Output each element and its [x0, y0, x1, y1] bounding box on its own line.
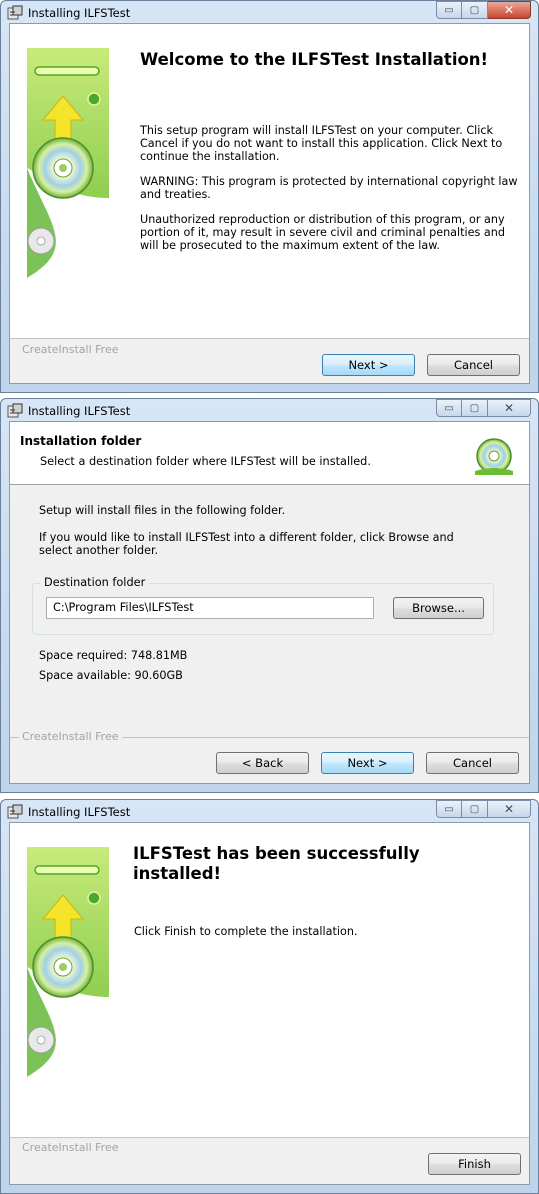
- maximize-icon[interactable]: ▢: [462, 800, 488, 818]
- cancel-button[interactable]: Cancel: [426, 752, 519, 774]
- close-icon[interactable]: ✕: [488, 399, 531, 417]
- folder-intro: Setup will install files in the followin…: [39, 504, 286, 517]
- divider: [10, 1137, 529, 1138]
- page-title: Installation folder: [20, 434, 142, 448]
- page-title: ILFSTest has been successfully installed…: [133, 844, 420, 883]
- space-available: Space available: 90.60GB: [39, 669, 183, 682]
- brand-label: CreateInstall Free: [19, 343, 122, 356]
- welcome-text: This setup program will install ILFSTest…: [140, 124, 524, 264]
- folder-window: Installing ILFSTest ▭ ▢ ✕ Installation f…: [0, 398, 539, 793]
- welcome-window: Installing ILFSTest ▭ ▢ ✕ Welcome to the…: [0, 0, 539, 393]
- minimize-icon[interactable]: ▭: [436, 800, 462, 818]
- title-bar[interactable]: Installing ILFSTest ▭ ▢ ✕: [1, 399, 538, 421]
- installer-app-icon: [7, 5, 23, 21]
- installer-app-icon: [7, 804, 23, 820]
- close-icon[interactable]: ✕: [488, 1, 531, 19]
- brand-label: CreateInstall Free: [19, 1141, 122, 1154]
- maximize-icon[interactable]: ▢: [462, 1, 488, 19]
- dialog-client: Installation folder Select a destination…: [9, 421, 530, 784]
- install-arrow-icon: [27, 847, 109, 1091]
- intro-paragraph: This setup program will install ILFSTest…: [140, 124, 503, 163]
- dialog-client: Welcome to the ILFSTest Installation! Th…: [9, 23, 530, 384]
- minimize-icon[interactable]: ▭: [436, 399, 462, 417]
- cancel-button[interactable]: Cancel: [427, 354, 520, 376]
- header-panel: Installation folder Select a destination…: [10, 422, 529, 485]
- finish-panel: ILFSTest has been successfully installed…: [10, 823, 529, 1137]
- window-title: Installing ILFSTest: [28, 805, 131, 819]
- finish-button[interactable]: Finish: [428, 1153, 521, 1175]
- page-subtitle: Select a destination folder where ILFSTe…: [40, 455, 371, 468]
- close-icon[interactable]: ✕: [488, 800, 531, 818]
- installer-app-icon: [7, 403, 23, 419]
- cd-disc-icon: [475, 438, 513, 475]
- title-bar[interactable]: Installing ILFSTest ▭ ▢ ✕: [1, 1, 538, 23]
- space-required: Space required: 748.81MB: [39, 649, 188, 662]
- dialog-client: ILFSTest has been successfully installed…: [9, 822, 530, 1185]
- finish-window: Installing ILFSTest ▭ ▢ ✕ ILFSTest has b…: [0, 799, 539, 1194]
- next-button[interactable]: Next >: [322, 354, 415, 376]
- window-title: Installing ILFSTest: [28, 6, 131, 20]
- folder-instructions: If you would like to install ILFSTest in…: [39, 531, 454, 557]
- finish-message: Click Finish to complete the installatio…: [134, 925, 358, 938]
- window-title: Installing ILFSTest: [28, 404, 131, 418]
- back-button[interactable]: < Back: [216, 752, 309, 774]
- warning-paragraph: WARNING: This program is protected by in…: [140, 175, 518, 201]
- browse-button[interactable]: Browse...: [393, 597, 484, 619]
- minimize-icon[interactable]: ▭: [436, 1, 462, 19]
- destination-group-label: Destination folder: [40, 576, 150, 589]
- legal-paragraph: Unauthorized reproduction or distributio…: [140, 213, 505, 252]
- install-arrow-icon: [27, 48, 109, 292]
- divider: [10, 338, 529, 339]
- next-button[interactable]: Next >: [321, 752, 414, 774]
- title-bar[interactable]: Installing ILFSTest ▭ ▢ ✕: [1, 800, 538, 822]
- destination-path-input[interactable]: C:\Program Files\ILFSTest: [46, 597, 374, 619]
- brand-label: CreateInstall Free: [19, 730, 122, 743]
- maximize-icon[interactable]: ▢: [462, 399, 488, 417]
- page-title: Welcome to the ILFSTest Installation!: [140, 50, 489, 69]
- welcome-panel: Welcome to the ILFSTest Installation! Th…: [10, 24, 529, 338]
